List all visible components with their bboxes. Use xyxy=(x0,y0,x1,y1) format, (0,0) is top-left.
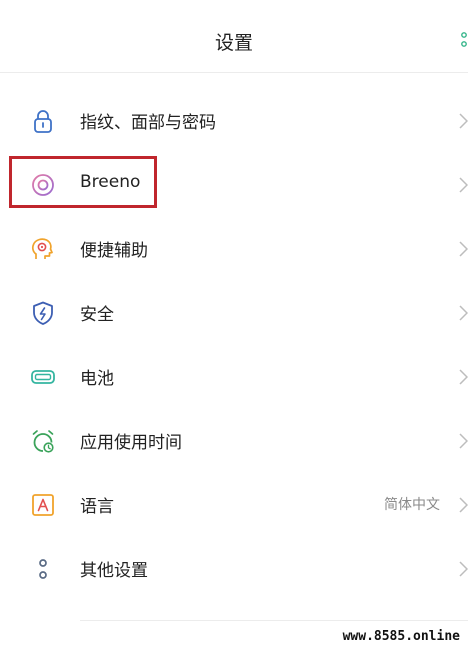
lock-icon xyxy=(34,110,52,133)
battery-icon xyxy=(31,370,55,384)
settings-item-other-settings[interactable]: 其他设置 xyxy=(0,537,468,601)
settings-item-label: 便捷辅助 xyxy=(80,241,148,261)
settings-item-language[interactable]: 语言 简体中文 xyxy=(0,473,468,537)
settings-dots-icon xyxy=(39,559,47,579)
header-bar: 设置 xyxy=(0,0,468,73)
settings-item-label: 其他设置 xyxy=(80,561,148,581)
settings-item-label: 电池 xyxy=(80,369,114,389)
settings-item-label: 应用使用时间 xyxy=(80,433,182,453)
settings-screen: 设置 指纹、面部与密码 Breeno 便捷辅助 安全 电池 应用使用时间 语言 … xyxy=(0,0,468,650)
watermark: www.8585.online xyxy=(338,627,464,646)
settings-item-label: 安全 xyxy=(80,305,114,325)
language-value: 简体中文 xyxy=(384,497,440,513)
settings-item-security[interactable]: 安全 xyxy=(0,281,468,345)
chevron-right-icon xyxy=(459,241,468,257)
chevron-right-icon xyxy=(459,497,468,513)
list-divider xyxy=(80,620,468,621)
settings-item-label: 指纹、面部与密码 xyxy=(80,113,216,133)
chevron-right-icon xyxy=(459,369,468,385)
chevron-right-icon xyxy=(459,305,468,321)
settings-item-label: 语言 xyxy=(80,497,114,517)
language-a-icon xyxy=(32,494,54,516)
settings-item-accessibility[interactable]: 便捷辅助 xyxy=(0,217,468,281)
settings-item-fingerprint-face-password[interactable]: 指纹、面部与密码 xyxy=(0,89,468,153)
breeno-highlight-box xyxy=(9,156,157,208)
chevron-right-icon xyxy=(459,561,468,577)
page-title: 设置 xyxy=(214,32,253,54)
settings-item-battery[interactable]: 电池 xyxy=(0,345,468,409)
shield-icon xyxy=(33,301,53,325)
chevron-right-icon xyxy=(459,433,468,449)
more-dots-icon[interactable] xyxy=(460,32,468,48)
head-gear-icon xyxy=(31,238,53,259)
alarm-clock-icon xyxy=(32,430,54,453)
settings-item-app-usage-time[interactable]: 应用使用时间 xyxy=(0,409,468,473)
chevron-right-icon xyxy=(459,113,468,129)
chevron-right-icon xyxy=(459,177,468,193)
